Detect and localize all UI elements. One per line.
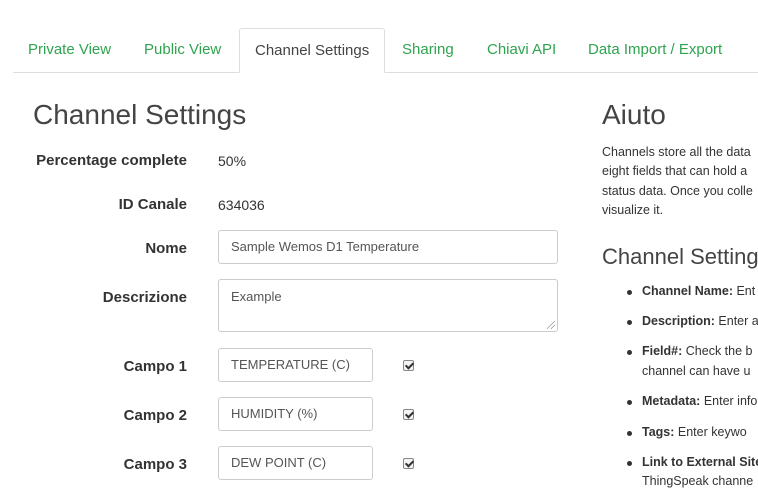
help-paragraph-line-3: status data. Once you colle (602, 184, 753, 198)
percentage-value: 50% (218, 153, 247, 169)
help-item-field-continued: channel can have u (642, 364, 751, 378)
field-1-checkbox[interactable] (403, 360, 414, 371)
page-title: Channel Settings (33, 99, 247, 130)
help-item-external-site-continued: ThingSpeak channe (642, 474, 754, 488)
tab-private-view[interactable]: Private View (28, 28, 111, 71)
field-1-input[interactable]: TEMPERATURE (C) (218, 348, 373, 382)
description-text: Example (231, 289, 282, 304)
field-3-checkbox[interactable] (403, 458, 414, 469)
field-2-label: Campo 2 (123, 407, 187, 424)
help-subtitle: Channel Setting (602, 244, 758, 269)
channel-name-input[interactable]: Sample Wemos D1 Temperature (218, 230, 558, 264)
help-paragraph-line-1: Channels store all the data (602, 145, 751, 159)
help-item-field: Field#: Check the b (642, 344, 753, 358)
list-bullet (627, 461, 632, 466)
tab-sharing[interactable]: Sharing (402, 28, 454, 71)
list-bullet (627, 350, 632, 355)
tab-public-view[interactable]: Public View (144, 28, 221, 71)
channel-id-label: ID Canale (118, 196, 187, 213)
percentage-label: Percentage complete (36, 152, 187, 169)
name-label: Nome (145, 240, 187, 257)
help-paragraph-line-4: visualize it. (602, 203, 664, 217)
resize-handle-icon[interactable] (547, 321, 555, 329)
channel-id-value: 634036 (218, 197, 265, 213)
help-item-external-site: Link to External Site (642, 455, 758, 469)
field-2-input[interactable]: HUMIDITY (%) (218, 397, 373, 431)
description-textarea[interactable]: Example (218, 279, 558, 332)
description-label: Descrizione (102, 289, 187, 306)
list-bullet (627, 320, 632, 325)
field-2-checkbox[interactable] (403, 409, 414, 420)
tab-channel-settings[interactable]: Channel Settings (239, 28, 386, 73)
field-3-label: Campo 3 (123, 456, 187, 473)
field-3-input[interactable]: DEW POINT (C) (218, 446, 373, 480)
help-item-channel-name: Channel Name: Ent (642, 284, 756, 298)
tab-bar: Private View Public View Channel Setting… (13, 28, 758, 73)
list-bullet (627, 290, 632, 295)
help-title: Aiuto (602, 99, 666, 130)
help-item-description: Description: Enter a (642, 314, 758, 328)
field-1-label: Campo 1 (123, 358, 187, 375)
tab-data-import-export[interactable]: Data Import / Export (588, 28, 722, 71)
help-item-tags: Tags: Enter keywo (642, 425, 747, 439)
help-item-metadata: Metadata: Enter info (642, 394, 758, 408)
help-paragraph-line-2: eight fields that can hold a (602, 164, 748, 178)
tab-api-keys[interactable]: Chiavi API (487, 28, 556, 71)
list-bullet (627, 431, 632, 436)
list-bullet (627, 400, 632, 405)
